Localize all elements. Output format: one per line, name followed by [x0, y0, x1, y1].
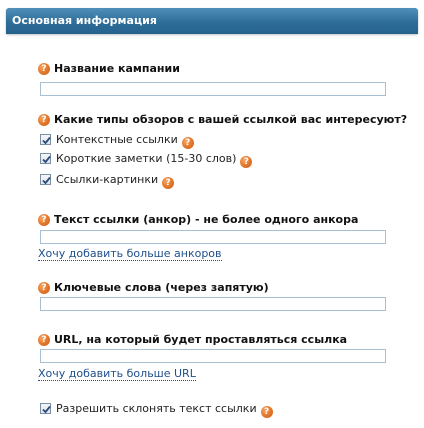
option-label: Короткие заметки (15-30 слов): [56, 152, 237, 165]
panel-title: Основная информация: [12, 14, 157, 27]
checkbox[interactable]: [40, 403, 51, 414]
option-image-links[interactable]: Ссылки-картинки?: [40, 173, 175, 189]
help-icon[interactable]: ?: [38, 334, 50, 346]
help-icon[interactable]: ?: [240, 156, 253, 168]
checkbox[interactable]: [40, 153, 51, 164]
allow-decline-label: Разрешить склонять текст ссылки: [56, 402, 257, 415]
checkbox[interactable]: [40, 174, 51, 185]
campaign-name-input[interactable]: [40, 82, 386, 96]
keywords-input[interactable]: [40, 297, 386, 311]
option-label: Контекстные ссылки: [56, 133, 178, 146]
url-label: URL, на который будет проставляться ссыл…: [54, 333, 348, 346]
help-icon[interactable]: ?: [181, 137, 194, 149]
allow-decline-option[interactable]: Разрешить склонять текст ссылки?: [40, 402, 273, 418]
anchor-label: Текст ссылки (анкор) - не более одного а…: [54, 213, 359, 226]
help-icon[interactable]: ?: [162, 177, 175, 189]
checkbox[interactable]: [40, 134, 51, 145]
help-icon[interactable]: ?: [260, 406, 273, 418]
help-icon[interactable]: ?: [38, 282, 50, 294]
keywords-label: Ключевые слова (через запятую): [54, 281, 269, 294]
help-icon[interactable]: ?: [38, 114, 50, 126]
option-short-notes[interactable]: Короткие заметки (15-30 слов)?: [40, 152, 253, 168]
help-icon[interactable]: ?: [38, 214, 50, 226]
campaign-name-label: Название кампании: [54, 62, 180, 75]
help-icon[interactable]: ?: [38, 63, 50, 75]
option-context-links[interactable]: Контекстные ссылки?: [40, 133, 194, 149]
option-label: Ссылки-картинки: [56, 173, 159, 186]
add-anchors-link[interactable]: Хочу добавить больше анкоров: [38, 248, 222, 261]
add-url-link[interactable]: Хочу добавить больше URL: [38, 368, 196, 381]
panel-header: Основная информация: [6, 8, 418, 34]
anchor-input[interactable]: [40, 230, 386, 244]
url-input[interactable]: [40, 349, 386, 363]
review-types-label: Какие типы обзоров с вашей ссылкой вас и…: [54, 113, 408, 126]
